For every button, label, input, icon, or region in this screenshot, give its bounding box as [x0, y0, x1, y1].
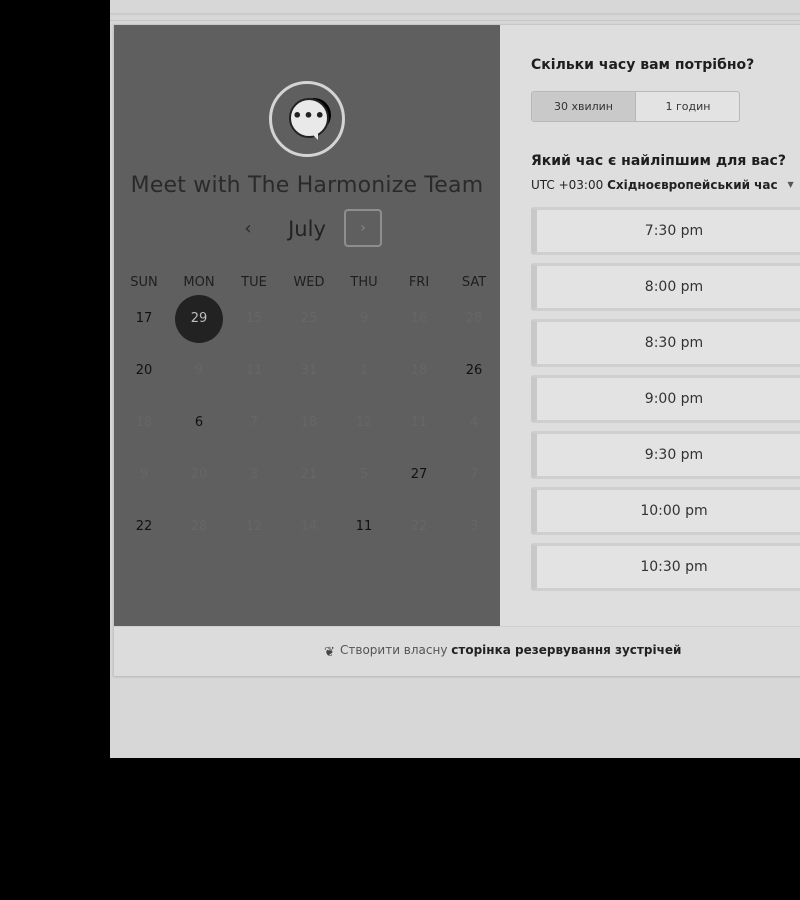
calendar-day[interactable]: 27: [395, 451, 443, 499]
calendar-day: 28: [465, 311, 483, 326]
timezone-offset: UTC +03:00: [531, 178, 604, 192]
booking-card: ••• Meet with The Harmonize Team ‹ July …: [113, 24, 800, 676]
calendar-day: 11: [245, 363, 263, 378]
time-slot-button[interactable]: 8:00 pm: [531, 263, 800, 311]
calendar-day: 22: [410, 519, 428, 534]
calendar-panel: ••• Meet with The Harmonize Team ‹ July …: [114, 25, 500, 626]
weekday-mon: MON: [183, 275, 215, 290]
calendar-day: 12: [355, 415, 373, 430]
weekday-header: SUN MON TUE WED THU FRI SAT: [116, 275, 500, 295]
calendar-day: 9: [194, 363, 204, 378]
calendar-day[interactable]: 11: [340, 503, 388, 551]
calendar-day: 28: [190, 519, 208, 534]
calendar-day: 5: [359, 467, 369, 482]
calendar-day: 25: [300, 311, 318, 326]
weekday-tue: TUE: [241, 275, 267, 290]
calendar-day: 1: [359, 363, 369, 378]
footer-prefix: Створити власну: [340, 643, 448, 657]
calendar-day: 21: [300, 467, 318, 482]
team-logo: •••: [269, 81, 345, 157]
selected-day[interactable]: 29: [175, 295, 223, 343]
calendar-day: 9: [359, 311, 369, 326]
duration-question: Скільки часу вам потрібно?: [531, 57, 755, 73]
calendar-day: 4: [469, 415, 479, 430]
duration-option-1[interactable]: 30 хвилин: [532, 92, 635, 121]
top-divider-secondary: [110, 20, 800, 21]
weekday-sat: SAT: [461, 275, 487, 290]
time-slot-button[interactable]: 7:30 pm: [531, 207, 800, 255]
time-selection-panel: Скільки часу вам потрібно? 30 хвилин 1 го…: [500, 25, 800, 626]
weekday-thu: THU: [350, 275, 378, 290]
calendar-day: 16: [410, 311, 428, 326]
time-question: Який час є найліпшим для вас?: [531, 153, 786, 169]
footer-link-text: сторінка резервування зустрічей: [451, 643, 682, 657]
booking-page: ••• Meet with The Harmonize Team ‹ July …: [110, 0, 800, 758]
month-navigation: ‹ July ›: [114, 209, 500, 251]
calendar-day: 7: [469, 467, 479, 482]
calendar-day: 3: [469, 519, 479, 534]
calendar-day: 14: [300, 519, 318, 534]
time-slot-button[interactable]: 10:30 pm: [531, 543, 800, 591]
calendar-title: Meet with The Harmonize Team: [130, 173, 484, 198]
previous-month-button[interactable]: ‹: [238, 217, 258, 241]
calendar-day: 9: [139, 467, 149, 482]
next-month-button[interactable]: ›: [344, 209, 382, 247]
calendar-day: 12: [245, 519, 263, 534]
footer-bar: ❦ Створити власну сторінка резервування з…: [114, 626, 800, 676]
month-label: July: [288, 217, 326, 241]
calendar-day[interactable]: 20: [120, 347, 168, 395]
ellipsis-icon: •••: [292, 106, 326, 125]
calendar-day[interactable]: 6: [175, 399, 223, 447]
calendar-day: 3: [249, 467, 259, 482]
time-slot-button[interactable]: 8:30 pm: [531, 319, 800, 367]
weekday-fri: FRI: [408, 275, 430, 290]
calendar-day: 11: [410, 415, 428, 430]
calendar-day[interactable]: 17: [120, 295, 168, 343]
calendar-day: 15: [245, 311, 263, 326]
top-divider: [110, 13, 800, 15]
create-booking-page-link[interactable]: ❦ Створити власну сторінка резервування з…: [324, 643, 681, 660]
timezone-name: Східноєвропейський час: [607, 178, 778, 192]
calendar-day: 18: [410, 363, 428, 378]
weekday-wed: WED: [293, 275, 325, 290]
duration-option-2[interactable]: 1 годин: [635, 92, 739, 121]
calendar-day[interactable]: 22: [120, 503, 168, 551]
caret-down-icon: ▼: [787, 180, 794, 189]
leaf-icon: ❦: [324, 645, 335, 660]
calendar-day[interactable]: 26: [450, 347, 498, 395]
calendar-day: 31: [300, 363, 318, 378]
duration-toggle: 30 хвилин 1 годин: [531, 91, 740, 122]
weekday-sun: SUN: [130, 275, 158, 290]
chat-bubble-tail: [308, 130, 318, 140]
timezone-selector[interactable]: UTC +03:00 Східноєвропейський час ▼: [531, 178, 794, 192]
time-slot-button[interactable]: 9:30 pm: [531, 431, 800, 479]
calendar-day: 20: [190, 467, 208, 482]
time-slot-button[interactable]: 10:00 pm: [531, 487, 800, 535]
time-slot-button[interactable]: 9:00 pm: [531, 375, 800, 423]
calendar-day: 18: [135, 415, 153, 430]
calendar-day: 18: [300, 415, 318, 430]
calendar-day: 7: [249, 415, 259, 430]
